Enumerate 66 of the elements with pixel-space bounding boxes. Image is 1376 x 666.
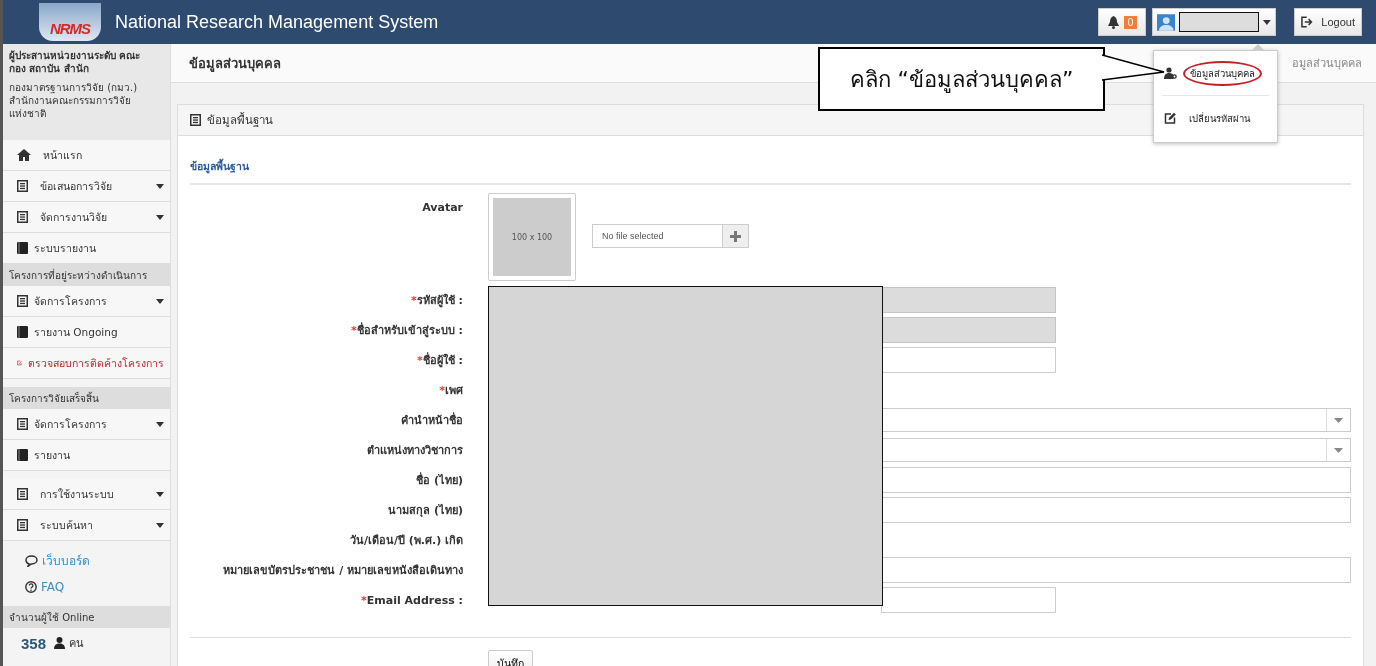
form-icon (17, 519, 28, 531)
plus-icon (730, 230, 741, 242)
section-heading: จำนวนผู้ใช้ Online (3, 606, 170, 628)
form-icon (17, 488, 28, 500)
user-menu-button[interactable] (1152, 8, 1276, 36)
field-label: ชื่อ (ไทย) (415, 471, 463, 489)
chat-icon (25, 554, 38, 567)
bell-icon (1106, 15, 1120, 29)
form-icon (17, 295, 28, 307)
person-icon (54, 637, 66, 649)
avatar-icon (1157, 13, 1176, 31)
text-field[interactable] (881, 467, 1351, 493)
text-field[interactable] (881, 347, 1056, 373)
logout-icon (1301, 16, 1314, 28)
form-icon (17, 180, 28, 192)
edit-icon (1164, 112, 1176, 124)
form-icon (190, 114, 201, 126)
text-field[interactable] (881, 497, 1351, 523)
field-label: *Email Address : (360, 593, 463, 607)
organization: กองมาตรฐานการวิจัย (กมว.) สำนักงานคณะกรรมการวิจัยแห่งชาติ (9, 81, 139, 120)
dropdown[interactable] (881, 438, 1351, 462)
dropdown[interactable] (881, 408, 1351, 432)
menu-item[interactable]: ข้อมูลส่วนบุคคล (1183, 60, 1262, 86)
section-title: ข้อมูลพื้นฐาน (190, 158, 1351, 185)
section-heading: โครงการที่อยู่ระหว่างดำเนินการ (3, 264, 170, 286)
breadcrumb-link[interactable]: อมูลส่วนบุคคล (1292, 54, 1362, 72)
caret-icon (1334, 417, 1343, 423)
field-label: คำนำหน้าชื่อ (400, 411, 463, 429)
form-icon (17, 418, 28, 430)
field-label: *รหัสผู้ใช้ : (410, 292, 463, 309)
book-icon (17, 326, 28, 338)
help-icon (25, 581, 37, 593)
book-icon (17, 449, 28, 461)
caret-icon (1334, 447, 1343, 453)
panel-title: ข้อมูลพื้นฐาน (207, 111, 273, 129)
caret-icon (1263, 19, 1271, 25)
field-label: *ชื่อสำหรับเข้าสู่ระบบ : (350, 321, 463, 339)
callout-box: คลิก “ข้อมูลส่วนบุคคล” (818, 47, 1105, 111)
field-label: Avatar (421, 200, 463, 214)
app-title: National Research Management System (115, 11, 440, 33)
file-field[interactable]: No file selected (592, 224, 749, 248)
field-label: วัน/เดือน/ปี (พ.ศ.) เกิด (348, 533, 463, 549)
avatar-field[interactable]: 100 x 100 (488, 193, 576, 281)
field-label: หมายเลขบัตรประชาชน / หมายเลขหนังสือเดินทาง (222, 563, 463, 579)
notification-badge: 0 (1123, 15, 1138, 29)
user-role: ผู้ประสานหน่วยงานระดับ คณะ กอง สถาบัน สำนัก (9, 49, 142, 75)
online-count: 358 (21, 634, 47, 652)
page-title: ข้อมูลส่วนบุคคล (189, 54, 281, 74)
text-field[interactable] (881, 557, 1351, 583)
field-label: *เพศ (438, 383, 463, 399)
text-field[interactable] (881, 587, 1056, 613)
save-button[interactable]: บันทึก (488, 650, 533, 666)
add-file-button[interactable] (722, 225, 748, 247)
book-icon (17, 242, 28, 254)
user-gear-icon (1164, 67, 1177, 79)
unit-label: คน (69, 636, 85, 652)
field-label: นามสกุล (ไทย) (387, 503, 463, 519)
home-icon (17, 149, 31, 161)
menu-item[interactable]: เปลี่ยนรหัสผ่าน (1182, 105, 1257, 131)
form-icon (17, 211, 28, 223)
logo: NRMS (39, 3, 101, 41)
field-label: *ชื่อผู้ใช้ : (416, 351, 463, 369)
logout-button[interactable]: Logout (1294, 8, 1362, 36)
section-heading: โครงการวิจัยเสร็จสิ้น (3, 387, 170, 409)
field-label: ตำแหน่งทางวิชาการ (366, 443, 463, 459)
checkbox-icon (17, 357, 22, 369)
